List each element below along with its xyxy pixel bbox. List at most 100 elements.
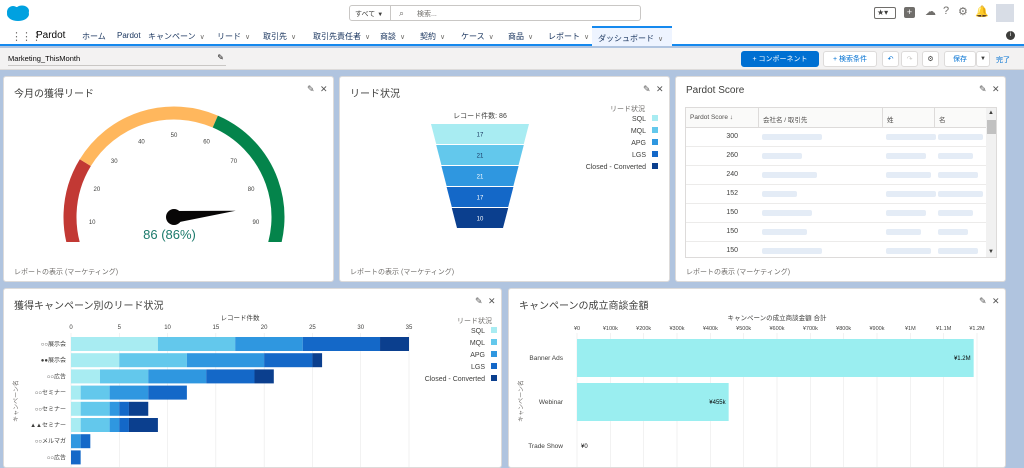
bar-segment[interactable] <box>80 418 110 432</box>
close-icon[interactable]: ✕ <box>320 84 328 95</box>
help-icon[interactable]: ? <box>943 5 949 17</box>
bar-segment[interactable] <box>71 337 158 351</box>
chevron-down-icon[interactable]: ∨ <box>440 34 445 41</box>
bar-segment[interactable] <box>80 434 91 449</box>
bar-segment[interactable] <box>312 353 323 368</box>
table-row[interactable]: 300 <box>686 128 986 147</box>
bar-segment[interactable] <box>128 418 158 432</box>
table-row[interactable]: 260 <box>686 147 986 166</box>
chevron-down-icon[interactable]: ∨ <box>528 34 533 41</box>
avatar[interactable] <box>996 4 1014 22</box>
save-menu-chevron-icon[interactable]: ▼ <box>976 51 990 67</box>
table-row[interactable]: 152 <box>686 185 986 204</box>
nav-item-3[interactable]: リード ∨ <box>217 31 250 42</box>
bar-segment[interactable] <box>71 401 81 416</box>
bar-segment[interactable] <box>119 353 187 368</box>
nav-item-5[interactable]: 取引先責任者 ∨ <box>313 31 370 42</box>
favorites-star-icon[interactable]: ★▾ <box>874 7 896 19</box>
bar-segment[interactable] <box>71 385 81 400</box>
bar-segment[interactable] <box>71 450 81 465</box>
bar-segment[interactable] <box>380 337 409 351</box>
bar-segment[interactable] <box>71 369 100 384</box>
nav-item-6[interactable]: 商談 ∨ <box>380 31 405 42</box>
pencil-icon[interactable]: ✎ <box>979 296 987 307</box>
bar-segment[interactable] <box>71 418 81 432</box>
add-icon[interactable]: + <box>904 7 915 18</box>
add-filter-button[interactable]: + 検索条件 <box>823 51 877 67</box>
table-row[interactable]: 150 <box>686 242 986 257</box>
pencil-icon[interactable]: ✎ <box>643 84 651 95</box>
trailhead-icon[interactable]: ☁ <box>925 5 936 18</box>
nav-item-1[interactable]: Pardot <box>117 31 141 40</box>
chevron-down-icon[interactable]: ∨ <box>291 34 296 41</box>
redo-icon[interactable]: ↷ <box>901 51 918 67</box>
scrollbar[interactable]: ▲ ▼ <box>986 108 996 257</box>
nav-item-10[interactable]: レポート ∨ <box>548 31 589 42</box>
gear-icon[interactable]: ⚙ <box>958 5 968 18</box>
info-icon[interactable]: i <box>1006 31 1015 40</box>
bar-segment[interactable] <box>71 353 120 368</box>
salesforce-logo[interactable] <box>6 5 30 22</box>
bar-segment[interactable] <box>157 337 236 351</box>
bar-segment[interactable] <box>148 369 207 384</box>
nav-item-4[interactable]: 取引先 ∨ <box>263 31 296 42</box>
column-header[interactable]: 姓 <box>882 108 898 128</box>
chevron-down-icon[interactable]: ∨ <box>200 34 205 41</box>
bar-segment[interactable] <box>71 434 81 449</box>
close-icon[interactable]: ✕ <box>992 296 1000 307</box>
table-row[interactable]: 240 <box>686 166 986 185</box>
undo-icon[interactable]: ↶ <box>882 51 899 67</box>
chevron-down-icon[interactable]: ∨ <box>658 36 663 43</box>
pencil-icon[interactable]: ✎ <box>217 53 224 62</box>
nav-item-11[interactable]: ダッシュボード ∨ <box>592 26 672 46</box>
bar-segment[interactable] <box>235 337 303 351</box>
bar-segment[interactable] <box>148 385 187 400</box>
nav-item-0[interactable]: ホーム <box>82 31 106 42</box>
bar-segment[interactable] <box>254 369 274 384</box>
bar-segment[interactable] <box>80 401 110 416</box>
bar-segment[interactable] <box>128 401 149 416</box>
close-icon[interactable]: ✕ <box>992 84 1000 95</box>
bar-segment[interactable] <box>99 369 149 384</box>
report-link[interactable]: レポートの表示 (マーケティング) <box>686 267 790 277</box>
nav-item-2[interactable]: キャンペーン ∨ <box>148 31 205 42</box>
dashboard-name-field[interactable]: Marketing_ThisMonth ✎ <box>8 52 226 66</box>
scroll-thumb[interactable] <box>987 120 996 134</box>
scroll-down-icon[interactable]: ▼ <box>988 249 994 255</box>
column-header[interactable]: Pardot Score ↓ <box>690 114 733 121</box>
chevron-down-icon[interactable]: ∨ <box>400 34 405 41</box>
save-button[interactable]: 保存 <box>944 51 976 67</box>
column-header[interactable]: 名 <box>934 108 950 128</box>
table-row[interactable]: 150 <box>686 204 986 223</box>
report-link[interactable]: レポートの表示 (マーケティング) <box>350 267 454 277</box>
bar-segment[interactable] <box>109 401 120 416</box>
done-link[interactable]: 完了 <box>996 55 1010 65</box>
table-row[interactable]: 150 <box>686 223 986 242</box>
bar-segment[interactable] <box>80 385 110 400</box>
column-header[interactable]: 会社名 / 取引先 <box>758 108 811 128</box>
pencil-icon[interactable]: ✎ <box>475 296 483 307</box>
settings-icon[interactable]: ⚙ <box>922 51 939 67</box>
chevron-down-icon[interactable]: ∨ <box>245 34 250 41</box>
bar-segment[interactable] <box>206 369 255 384</box>
bar-segment[interactable] <box>186 353 265 368</box>
search-scope-select[interactable]: すべて ▼ <box>349 5 391 21</box>
amount-bar[interactable] <box>577 339 974 377</box>
close-icon[interactable]: ✕ <box>656 84 664 95</box>
chevron-down-icon[interactable]: ∨ <box>489 34 494 41</box>
global-search-input[interactable]: ⌕ 検索... <box>391 5 641 21</box>
nav-item-8[interactable]: ケース ∨ <box>461 31 494 42</box>
chevron-down-icon[interactable]: ∨ <box>584 34 589 41</box>
chevron-down-icon[interactable]: ∨ <box>365 34 370 41</box>
scroll-up-icon[interactable]: ▲ <box>988 110 994 116</box>
pencil-icon[interactable]: ✎ <box>979 84 987 95</box>
bar-segment[interactable] <box>119 418 129 432</box>
bar-segment[interactable] <box>119 401 129 416</box>
bar-segment[interactable] <box>109 418 120 432</box>
bar-segment[interactable] <box>302 337 381 351</box>
report-link[interactable]: レポートの表示 (マーケティング) <box>14 267 118 277</box>
nav-item-9[interactable]: 商品 ∨ <box>508 31 533 42</box>
bar-segment[interactable] <box>109 385 149 400</box>
nav-item-7[interactable]: 契約 ∨ <box>420 31 445 42</box>
pencil-icon[interactable]: ✎ <box>307 84 315 95</box>
